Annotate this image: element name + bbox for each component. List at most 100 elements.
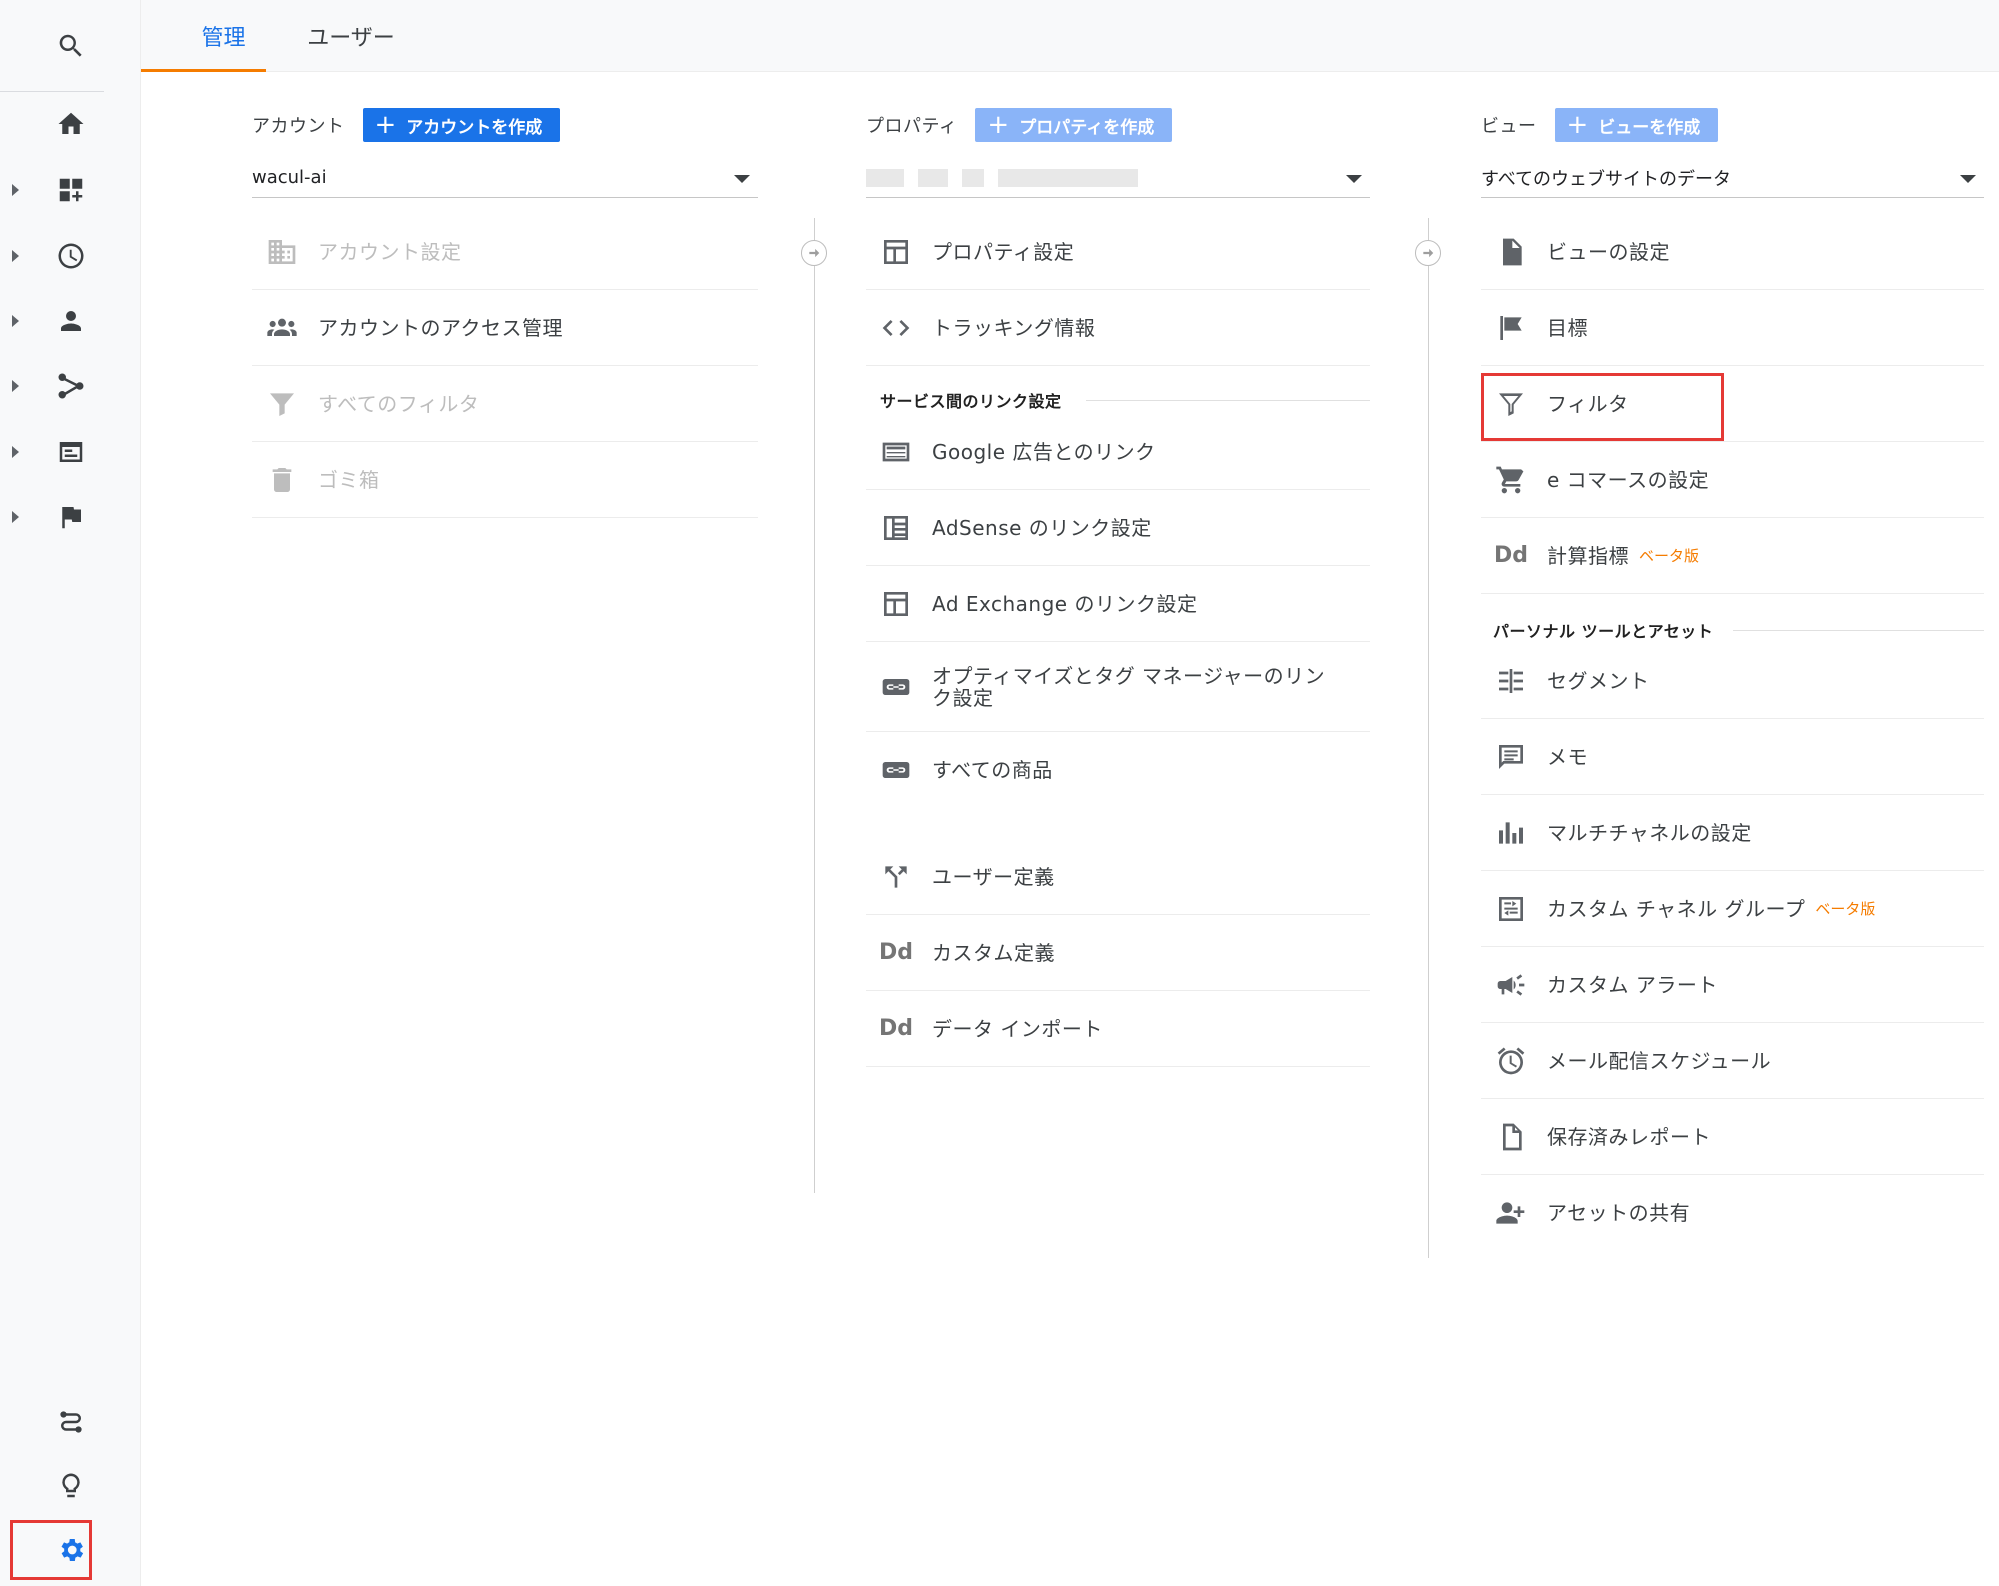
create-account-label: アカウントを作成 xyxy=(406,117,543,138)
item-label: カスタム アラート xyxy=(1547,972,1718,997)
share-assets-item[interactable]: アセットの共有 xyxy=(1481,1175,1984,1251)
item-label: トラッキング情報 xyxy=(932,315,1096,340)
beta-badge: ベータ版 xyxy=(1639,547,1700,565)
people-icon xyxy=(262,308,302,348)
alarm-icon xyxy=(1491,1041,1531,1081)
item-label: 保存済みレポート xyxy=(1547,1124,1711,1149)
dropdown-caret-icon xyxy=(1960,175,1976,183)
property-header: プロパティ + プロパティを作成 xyxy=(866,108,1173,142)
item-label: マルチチャネルの設定 xyxy=(1547,820,1752,845)
all-products-item[interactable]: すべての商品 xyxy=(866,732,1370,808)
item-label: アカウントのアクセス管理 xyxy=(318,315,563,340)
section-divider xyxy=(1086,400,1370,401)
custom-channel-groups-item[interactable]: カスタム チャネル グループ ベータ版 xyxy=(1481,871,1984,947)
window-icon xyxy=(876,584,916,624)
item-label: AdSense のリンク設定 xyxy=(932,515,1152,540)
column-divider xyxy=(1428,218,1429,1258)
dd-icon: Dd xyxy=(878,940,913,965)
custom-definitions-item[interactable]: Dd カスタム定義 xyxy=(866,915,1370,991)
megaphone-icon xyxy=(1491,965,1531,1005)
account-header: アカウント + アカウントを作成 xyxy=(252,108,561,142)
item-label: セグメント xyxy=(1547,668,1650,693)
comment-icon xyxy=(1491,737,1531,777)
bar-chart-icon xyxy=(1491,813,1531,853)
create-view-button[interactable]: + ビューを作成 xyxy=(1554,108,1719,142)
google-ads-link-item[interactable]: Google 広告とのリンク xyxy=(866,414,1370,490)
create-property-label: プロパティを作成 xyxy=(1019,117,1155,138)
home-icon[interactable] xyxy=(0,94,141,154)
item-label: カスタム チャネル グループ xyxy=(1547,896,1806,921)
saved-reports-item[interactable]: 保存済みレポート xyxy=(1481,1099,1984,1175)
view-settings-item[interactable]: ビューの設定 xyxy=(1481,214,1984,290)
custom-alerts-item[interactable]: カスタム アラート xyxy=(1481,947,1984,1023)
item-label: アカウント設定 xyxy=(318,239,462,264)
create-property-button[interactable]: + プロパティを作成 xyxy=(975,108,1173,142)
account-access-management-item[interactable]: アカウントのアクセス管理 xyxy=(252,290,758,366)
item-label: すべてのフィルタ xyxy=(318,391,480,416)
account-settings-item[interactable]: アカウント設定 xyxy=(252,214,758,290)
audience-icon[interactable] xyxy=(0,291,141,351)
segment-icon xyxy=(1491,661,1531,701)
adsense-link-item[interactable]: AdSense のリンク設定 xyxy=(866,490,1370,566)
customization-icon[interactable] xyxy=(0,160,141,220)
tracking-info-item[interactable]: トラッキング情報 xyxy=(866,290,1370,366)
tab-admin[interactable]: 管理 xyxy=(161,0,286,72)
item-label: e コマースの設定 xyxy=(1547,467,1710,492)
property-selector[interactable] xyxy=(866,158,1370,198)
notes-item[interactable]: メモ xyxy=(1481,719,1984,795)
account-selector[interactable]: wacul-ai xyxy=(252,158,758,198)
discover-icon[interactable] xyxy=(0,1456,141,1516)
account-label: アカウント xyxy=(252,116,345,137)
admin-highlight-box xyxy=(10,1520,92,1580)
item-label: ユーザー定義 xyxy=(932,864,1055,889)
plus-icon: + xyxy=(987,110,1010,140)
arrow-right-icon xyxy=(801,240,827,266)
optimize-tagmanager-link-item[interactable]: オプティマイズとタグ マネージャーのリンク設定 xyxy=(866,642,1370,732)
property-label: プロパティ xyxy=(866,116,958,137)
beta-badge: ベータ版 xyxy=(1815,900,1876,918)
create-view-label: ビューを作成 xyxy=(1598,117,1701,138)
section-divider xyxy=(1733,630,1984,631)
person-add-icon xyxy=(1491,1193,1531,1233)
redacted-property-name xyxy=(866,168,1138,187)
fork-icon xyxy=(876,857,916,897)
active-tab-indicator xyxy=(141,69,266,72)
tab-user[interactable]: ユーザー xyxy=(291,0,411,72)
code-icon xyxy=(876,308,916,348)
item-label: プロパティ設定 xyxy=(932,239,1075,264)
nav-divider xyxy=(0,91,104,92)
goals-item[interactable]: 目標 xyxy=(1481,290,1984,366)
cart-icon xyxy=(1491,460,1531,500)
behavior-icon[interactable] xyxy=(0,422,141,482)
search-icon[interactable] xyxy=(0,16,141,76)
adsense-icon xyxy=(876,508,916,548)
filters-highlight-box xyxy=(1481,373,1724,441)
personal-tools-heading: パーソナル ツールとアセット xyxy=(1493,622,1714,641)
item-label: メール配信スケジュール xyxy=(1547,1048,1772,1073)
dropdown-caret-icon xyxy=(1346,175,1362,183)
user-definition-item[interactable]: ユーザー定義 xyxy=(866,839,1370,915)
acquisition-icon[interactable] xyxy=(0,356,141,416)
plus-icon: + xyxy=(374,110,397,140)
ad-exchange-link-item[interactable]: Ad Exchange のリンク設定 xyxy=(866,566,1370,642)
admin-page: 管理 ユーザー アカウント + アカウントを作成 wacul-ai アカウント設… xyxy=(0,0,1999,1586)
all-filters-item[interactable]: すべてのフィルタ xyxy=(252,366,758,442)
attribution-icon[interactable] xyxy=(0,1392,141,1452)
service-links-heading: サービス間のリンク設定 xyxy=(880,392,1062,411)
realtime-icon[interactable] xyxy=(0,226,141,286)
create-account-button[interactable]: + アカウントを作成 xyxy=(362,108,561,142)
calculated-metrics-item[interactable]: Dd 計算指標 ベータ版 xyxy=(1481,518,1984,594)
view-selector[interactable]: すべてのウェブサイトのデータ xyxy=(1481,158,1984,198)
multichannel-settings-item[interactable]: マルチチャネルの設定 xyxy=(1481,795,1984,871)
trash-item[interactable]: ゴミ箱 xyxy=(252,442,758,518)
segments-item[interactable]: セグメント xyxy=(1481,643,1984,719)
conversions-icon[interactable] xyxy=(0,487,141,547)
item-label: 計算指標 xyxy=(1547,543,1629,568)
ecommerce-settings-item[interactable]: e コマースの設定 xyxy=(1481,442,1984,518)
scheduled-emails-item[interactable]: メール配信スケジュール xyxy=(1481,1023,1984,1099)
ads-icon xyxy=(876,432,916,472)
property-settings-item[interactable]: プロパティ設定 xyxy=(866,214,1370,290)
data-import-item[interactable]: Dd データ インポート xyxy=(866,991,1370,1067)
building-icon xyxy=(262,232,302,272)
link-icon xyxy=(876,750,916,790)
